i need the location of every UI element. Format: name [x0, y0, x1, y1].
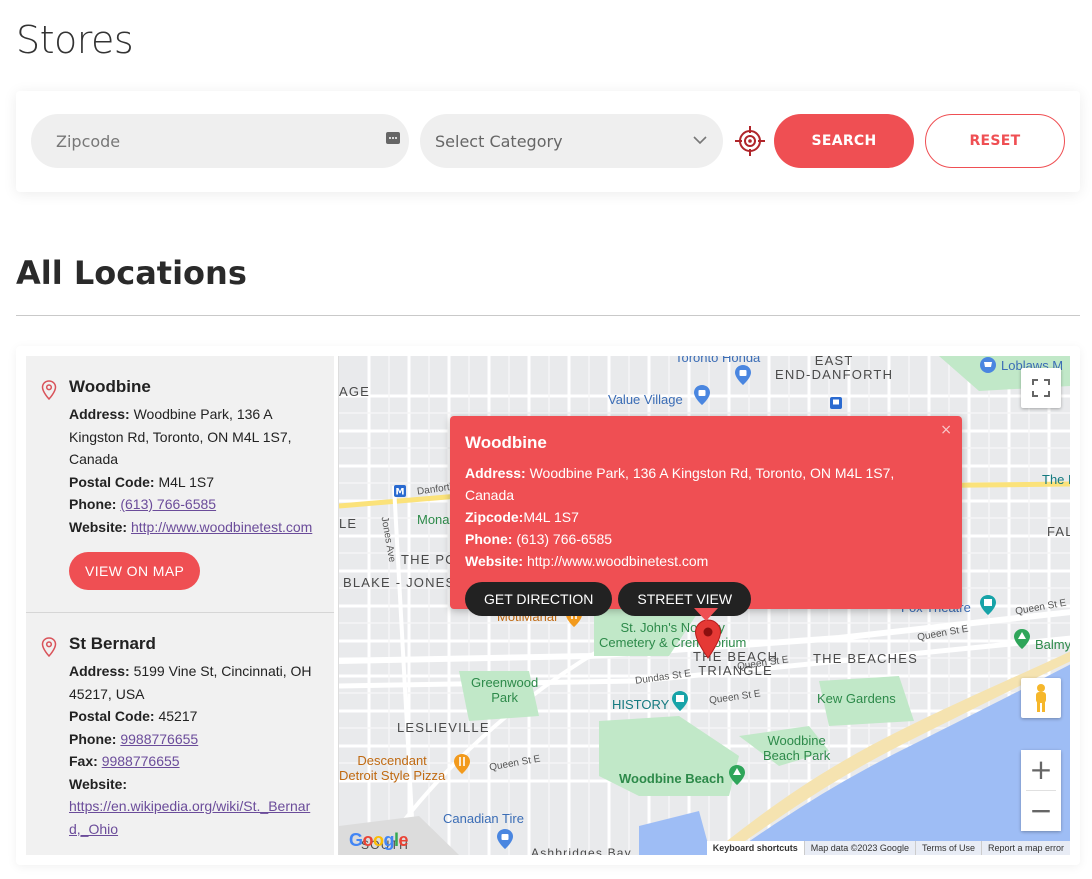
zoom-in-button[interactable]: +: [1021, 750, 1061, 790]
popup-phone-label: Phone:: [465, 531, 513, 547]
popup-address-label: Address:: [465, 465, 526, 481]
store-marker[interactable]: [694, 619, 722, 659]
map-info-window: × Woodbine Address: Woodbine Park, 136 A…: [450, 416, 962, 621]
store-website-link[interactable]: http://www.woodbinetest.com: [131, 519, 312, 535]
map-label-area: LE: [339, 516, 358, 531]
attraction-icon: [672, 691, 688, 711]
street-view-button[interactable]: STREET VIEW: [618, 582, 752, 616]
phone-label: Phone:: [69, 730, 117, 747]
view-on-map-button[interactable]: VIEW ON MAP: [69, 552, 201, 590]
locations-panel: Woodbine Address: Woodbine Park, 136 A K…: [16, 346, 1080, 865]
location-pin-icon: [41, 637, 57, 657]
store-postal: 45217: [158, 708, 198, 724]
map-label-area: FAL: [1047, 524, 1070, 539]
location-pin-icon: [41, 380, 57, 400]
get-direction-button[interactable]: GET DIRECTION: [465, 582, 613, 616]
store-postal: M4L 1S7: [158, 473, 214, 490]
popup-phone: (613) 766-6585: [516, 531, 613, 547]
store-fax-link[interactable]: 9988776655: [102, 753, 180, 769]
postal-label: Postal Code:: [69, 708, 155, 724]
map-label-poi: Value Village: [608, 392, 683, 407]
shopping-icon: [694, 385, 710, 405]
map-label-area: AGE: [339, 384, 371, 399]
map-label-park: St. John's Norway Cemetery & Crematorium: [599, 620, 746, 650]
pegman-icon: [1036, 684, 1046, 712]
autofill-icon[interactable]: [386, 132, 400, 144]
website-label: Website:: [69, 518, 128, 535]
map-attribution: Keyboard shortcuts Map data ©2023 Google…: [706, 841, 1070, 855]
map-label-park: Woodbine Beach: [619, 771, 725, 786]
store-phone-link[interactable]: (613) 766-6585: [120, 496, 216, 512]
map-label-park: Woodbine Beach Park: [763, 733, 831, 763]
map-label-area: EAST END-DANFORTH: [775, 356, 894, 382]
map-label-area: Ashbridges Bay: [531, 846, 632, 855]
store-phone-link[interactable]: 9988776655: [120, 731, 198, 747]
theatre-icon: [980, 595, 996, 615]
map-label-poi: HISTORY: [612, 697, 670, 712]
fullscreen-button[interactable]: [1021, 368, 1061, 408]
map-label-area: THE BEACHES: [813, 651, 918, 666]
store-item: St Bernard Address: 5199 Vine St, Cincin…: [26, 612, 334, 840]
map-label-poi: Descendant Detroit Style Pizza: [339, 753, 446, 783]
map-label-poi: Canadian Tire: [443, 811, 524, 826]
map-data-text: Map data ©2023 Google: [803, 841, 915, 855]
fullscreen-icon: [1032, 379, 1050, 397]
search-button[interactable]: SEARCH: [774, 114, 914, 168]
store-name: Woodbine: [69, 377, 151, 396]
transit-icon: [830, 397, 842, 409]
restaurant-icon: [454, 754, 470, 774]
report-error-link[interactable]: Report a map error: [980, 841, 1070, 855]
map-label-poi: The B: [1042, 472, 1070, 487]
website-label: Website:: [69, 775, 128, 792]
popup-website: http://www.woodbinetest.com: [526, 553, 709, 569]
chevron-down-icon: [693, 136, 707, 145]
store-website-link[interactable]: https://en.wikipedia.org/wiki/St._Bernar…: [69, 798, 310, 837]
locate-me-icon[interactable]: [734, 125, 766, 157]
zipcode-input[interactable]: [31, 114, 409, 168]
map-label-area: BLAKE - JONES: [343, 575, 456, 590]
google-logo: Google: [349, 830, 409, 850]
zoom-controls: + −: [1021, 750, 1061, 831]
popup-pointer: [694, 608, 718, 621]
popup-address: Woodbine Park, 136 A Kingston Rd, Toront…: [465, 465, 895, 503]
category-select-value: Select Category: [435, 131, 563, 151]
section-heading: All Locations: [16, 254, 247, 292]
keyboard-shortcuts-link[interactable]: Keyboard shortcuts: [706, 841, 804, 855]
phone-label: Phone:: [69, 496, 117, 512]
popup-website-label: Website:: [465, 553, 524, 569]
category-select[interactable]: Select Category: [420, 114, 723, 168]
address-label: Address:: [69, 663, 130, 679]
map-label-area: THE PO: [401, 552, 457, 567]
map-label-park: Mona: [417, 512, 450, 527]
close-icon[interactable]: ×: [940, 422, 952, 438]
store-item: Woodbine Address: Woodbine Park, 136 A K…: [26, 356, 334, 612]
store-list[interactable]: Woodbine Address: Woodbine Park, 136 A K…: [26, 356, 334, 855]
park-icon: [729, 765, 745, 785]
popup-zipcode-label: Zipcode:: [465, 509, 524, 525]
svg-text:M: M: [396, 488, 405, 498]
grocery-icon: [980, 357, 996, 373]
map-label-area: LESLIEVILLE: [397, 720, 490, 735]
store-name: St Bernard: [69, 634, 156, 653]
postal-label: Postal Code:: [69, 473, 155, 490]
divider: [16, 315, 1080, 316]
map-label-park: Balmy: [1035, 637, 1070, 652]
terms-link[interactable]: Terms of Use: [914, 841, 981, 855]
address-label: Address:: [69, 406, 130, 422]
map-label-park: Kew Gardens: [817, 691, 896, 706]
fax-label: Fax:: [69, 753, 98, 769]
shopping-icon: [735, 365, 751, 385]
store-search-form: Select Category SEARCH RESET: [16, 91, 1080, 192]
popup-zipcode: M4L 1S7: [523, 509, 579, 525]
shopping-icon: [497, 829, 513, 849]
page-title: Stores: [16, 18, 134, 62]
popup-title: Woodbine: [465, 433, 547, 452]
map[interactable]: Toronto Honda EAST END-DANFORTH Loblaws …: [338, 356, 1070, 855]
reset-button[interactable]: RESET: [925, 114, 1065, 168]
zoom-out-button[interactable]: −: [1021, 791, 1061, 831]
map-label-park: Greenwood Park: [471, 675, 539, 705]
park-icon: [1014, 629, 1030, 649]
street-view-pegman[interactable]: [1021, 678, 1061, 718]
subway-icon: M: [394, 485, 406, 498]
